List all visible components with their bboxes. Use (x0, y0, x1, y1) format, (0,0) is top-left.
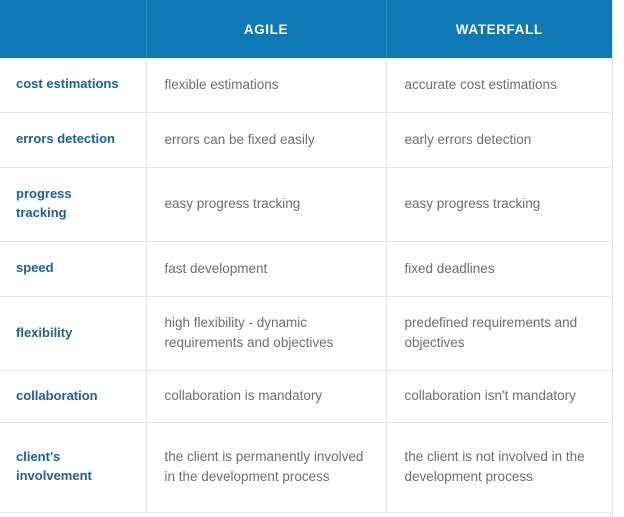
column-header-agile: AGILE (146, 0, 387, 58)
row-waterfall-value: predefined requirements and objectives (386, 296, 612, 371)
row-waterfall-value: accurate cost estimations (386, 58, 612, 113)
table-row: errors detection errors can be fixed eas… (0, 112, 612, 168)
table-row: flexibility high flexibility - dynamic r… (0, 296, 612, 371)
table-row: collaboration collaboration is mandatory… (0, 370, 612, 423)
row-waterfall-value: fixed deadlines (386, 241, 612, 297)
row-waterfall-value: collaboration isn't mandatory (386, 370, 612, 423)
row-feature-label: flexibility (0, 296, 147, 371)
row-feature-label: speed (0, 241, 147, 297)
agile-waterfall-comparison-table: AGILE WATERFALL cost estimations flexibl… (0, 0, 612, 513)
row-agile-value: errors can be fixed easily (146, 112, 387, 168)
row-feature-label: progress tracking (0, 167, 147, 242)
row-waterfall-value: early errors detection (386, 112, 612, 168)
row-waterfall-value: the client is not involved in the develo… (386, 422, 612, 513)
row-agile-value: collaboration is mandatory (146, 370, 387, 423)
table-row: progress tracking easy progress tracking… (0, 167, 612, 242)
column-header-waterfall: WATERFALL (386, 0, 612, 58)
table-row: client's involvement the client is perma… (0, 422, 612, 513)
row-feature-label: collaboration (0, 370, 147, 423)
table-header-row: AGILE WATERFALL (0, 0, 612, 58)
row-agile-value: fast development (146, 241, 387, 297)
table-row: speed fast development fixed deadlines (0, 241, 612, 297)
row-agile-value: easy progress tracking (146, 167, 387, 242)
row-agile-value: flexible estimations (146, 58, 387, 113)
page-root: AGILE WATERFALL cost estimations flexibl… (0, 0, 624, 517)
table-header: AGILE WATERFALL (0, 0, 612, 58)
row-agile-value: high flexibility - dynamic requirements … (146, 296, 387, 371)
table-row: cost estimations flexible estimations ac… (0, 58, 612, 113)
row-feature-label: cost estimations (0, 58, 147, 113)
column-header-feature (0, 0, 147, 58)
right-edge-strip (612, 0, 624, 517)
row-feature-label: errors detection (0, 112, 147, 168)
row-feature-label: client's involvement (0, 422, 147, 513)
row-agile-value: the client is permanently involved in th… (146, 422, 387, 513)
table-body: cost estimations flexible estimations ac… (0, 58, 612, 513)
row-waterfall-value: easy progress tracking (386, 167, 612, 242)
